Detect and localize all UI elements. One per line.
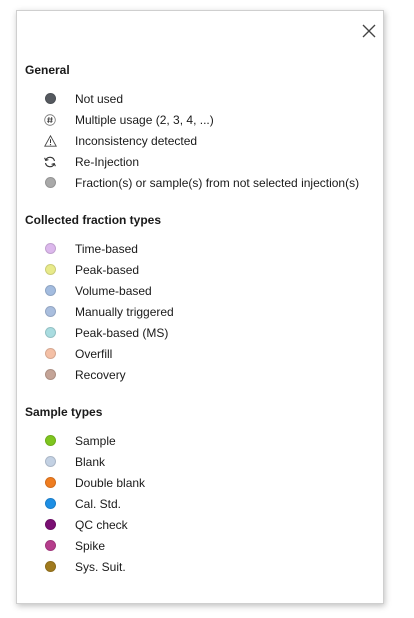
legend-item-recovery: Recovery	[25, 364, 375, 385]
legend-item-peak-based-ms: Peak-based (MS)	[25, 322, 375, 343]
not-selected-dot-icon	[44, 177, 56, 188]
legend-label: QC check	[75, 517, 128, 532]
sys-suit-dot-icon	[44, 561, 56, 572]
legend-label: Inconsistency detected	[75, 133, 198, 148]
legend-item-double-blank: Double blank	[25, 472, 375, 493]
sample-types-title: Sample types	[25, 405, 103, 419]
legend-label: Manually triggered	[75, 304, 174, 319]
legend-label: Re-Injection	[75, 154, 140, 169]
legend-label: Multiple usage (2, 3, 4, ...)	[75, 112, 214, 127]
legend-item-time-based: Time-based	[25, 238, 375, 259]
overfill-dot-icon	[44, 348, 56, 359]
fraction-types-list: Time-based Peak-based Volume-based Manua…	[25, 238, 375, 385]
legend-label: Sample	[75, 433, 116, 448]
legend-label: Fraction(s) or sample(s) from not select…	[75, 175, 360, 190]
legend-label: Peak-based	[75, 262, 140, 277]
sample-types-list: Sample Blank Double blank Cal. Std. QC c…	[25, 430, 375, 577]
not-used-dot-icon	[44, 93, 56, 104]
refresh-icon	[44, 156, 56, 167]
fraction-types-section: Collected fraction types Time-based Peak…	[25, 211, 375, 385]
legend-label: Volume-based	[75, 283, 152, 298]
legend-item-spike: Spike	[25, 535, 375, 556]
legend-item-sys-suit: Sys. Suit.	[25, 556, 375, 577]
spike-dot-icon	[44, 540, 56, 551]
legend-label: Not used	[75, 91, 124, 106]
legend-item-reinjection: Re-Injection	[25, 151, 375, 172]
legend-label: Double blank	[75, 475, 146, 490]
time-based-dot-icon	[44, 243, 56, 254]
legend-label: Recovery	[75, 367, 126, 382]
legend-label: Peak-based (MS)	[75, 325, 169, 340]
legend-item-inconsistency: Inconsistency detected	[25, 130, 375, 151]
legend-item-cal-std: Cal. Std.	[25, 493, 375, 514]
double-blank-dot-icon	[44, 477, 56, 488]
legend-label: Time-based	[75, 241, 138, 256]
legend-item-not-used: Not used	[25, 88, 375, 109]
general-section: General Not used Multiple usage (2, 3, 4…	[25, 61, 375, 193]
fraction-types-title: Collected fraction types	[25, 213, 162, 227]
legend-item-volume-based: Volume-based	[25, 280, 375, 301]
legend-label: Cal. Std.	[75, 496, 122, 511]
legend-label: Sys. Suit.	[75, 559, 126, 574]
legend-dialog: General Not used Multiple usage (2, 3, 4…	[16, 10, 384, 604]
peak-based-dot-icon	[44, 264, 56, 275]
legend-item-overfill: Overfill	[25, 343, 375, 364]
peak-based-ms-dot-icon	[44, 327, 56, 338]
legend-item-blank: Blank	[25, 451, 375, 472]
sample-types-section: Sample types Sample Blank Double blank C…	[25, 403, 375, 577]
close-icon	[362, 24, 376, 38]
general-list: Not used Multiple usage (2, 3, 4, ...) I…	[25, 88, 375, 193]
qc-check-dot-icon	[44, 519, 56, 530]
legend-label: Overfill	[75, 346, 113, 361]
hash-circle-icon	[44, 113, 56, 126]
legend-item-qc-check: QC check	[25, 514, 375, 535]
legend-item-multiple-usage: Multiple usage (2, 3, 4, ...)	[25, 109, 375, 130]
close-button[interactable]	[359, 21, 379, 41]
cal-std-dot-icon	[44, 498, 56, 509]
legend-label: Blank	[75, 454, 106, 469]
volume-based-dot-icon	[44, 285, 56, 296]
general-title: General	[25, 63, 70, 77]
legend-label: Spike	[75, 538, 106, 553]
recovery-dot-icon	[44, 369, 56, 380]
legend-item-not-selected-injection: Fraction(s) or sample(s) from not select…	[25, 172, 375, 193]
manually-triggered-dot-icon	[44, 306, 56, 317]
legend-item-sample: Sample	[25, 430, 375, 451]
legend-item-manually-triggered: Manually triggered	[25, 301, 375, 322]
legend-item-peak-based: Peak-based	[25, 259, 375, 280]
warning-triangle-icon	[43, 134, 57, 147]
sample-dot-icon	[44, 435, 56, 446]
blank-dot-icon	[44, 456, 56, 467]
